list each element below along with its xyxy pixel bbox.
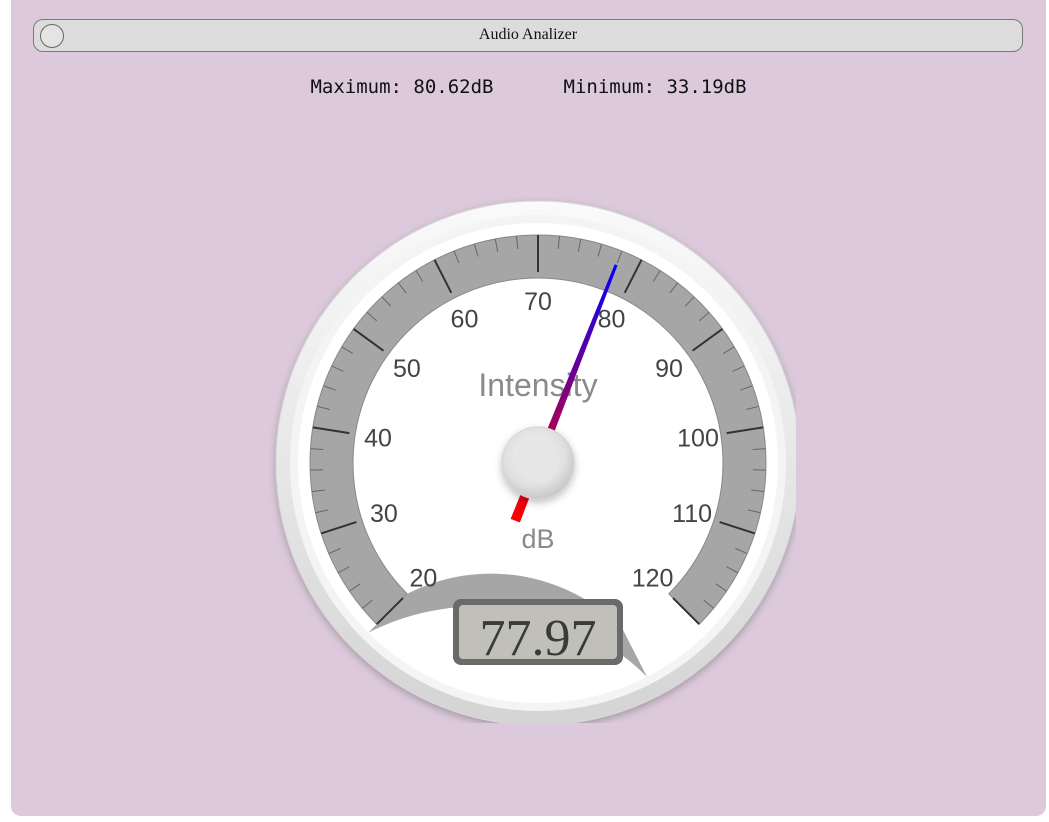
tick-label: 40 [364, 425, 392, 453]
min-stat: Minimum: 33.19dB [564, 76, 747, 98]
app-window: Audio Analizer Maximum: 80.62dB Minimum: … [11, 0, 1046, 816]
max-stat: Maximum: 80.62dB [310, 76, 493, 98]
tick-label: 90 [655, 355, 683, 383]
stats-row: Maximum: 80.62dB Minimum: 33.19dB [11, 76, 1046, 98]
tick-label: 80 [598, 306, 626, 334]
needle-hub [501, 426, 575, 500]
title-bar: Audio Analizer [33, 19, 1023, 52]
tick-label: 70 [524, 288, 552, 316]
intensity-gauge: 20 30 40 50 60 70 80 90 100 110 120 Intensity dB 7… [266, 193, 796, 723]
value-display-text: 77.97 [480, 610, 597, 667]
tick-label: 30 [370, 500, 398, 528]
gauge-units: dB [521, 524, 554, 554]
gauge-svg: 20 30 40 50 60 70 80 90 100 110 120 Intensity dB 7… [275, 200, 796, 723]
value-display: 77.97 [453, 599, 623, 667]
tick-label: 120 [632, 565, 674, 593]
tick-label: 100 [677, 425, 719, 453]
tick-label: 60 [451, 306, 479, 334]
tick-label: 20 [410, 565, 438, 593]
window-title: Audio Analizer [478, 26, 578, 43]
tick-label: 50 [393, 355, 421, 383]
max-label: Maximum: [310, 76, 402, 98]
gauge-title: Intensity [478, 367, 597, 403]
min-value: 33.19dB [666, 76, 747, 98]
min-label: Minimum: [563, 76, 656, 98]
max-value: 80.62dB [413, 76, 494, 98]
tick-label: 110 [672, 500, 712, 528]
